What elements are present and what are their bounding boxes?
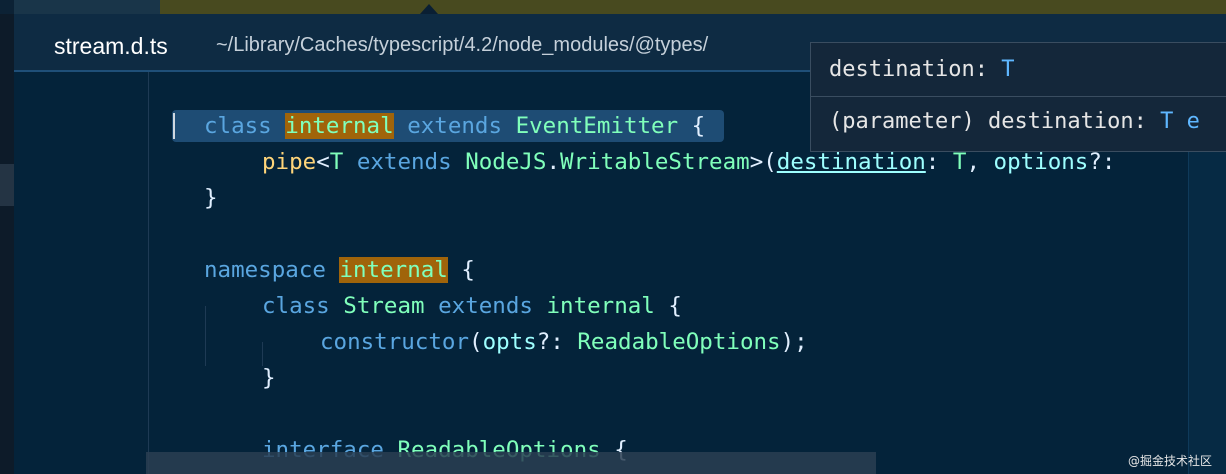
token-comma: , xyxy=(966,149,994,175)
indent-guide xyxy=(148,72,149,474)
token-namespace-keyword: namespace xyxy=(204,257,326,283)
token-extends-keyword: extends xyxy=(343,149,466,175)
token-colon: : xyxy=(925,149,953,175)
hover-divider xyxy=(811,96,1226,97)
token-lt: < xyxy=(316,149,330,175)
token-brace: { xyxy=(447,257,475,283)
token-gt-paren: >( xyxy=(749,149,777,175)
token-stream-type: Stream xyxy=(343,293,425,319)
token-class-keyword: class xyxy=(262,293,330,319)
token-internal-type: internal xyxy=(546,293,655,319)
code-line-11[interactable]: } xyxy=(204,180,218,216)
token-brace: { xyxy=(654,293,682,319)
peek-pointer-icon xyxy=(420,4,438,14)
token-brace: } xyxy=(204,185,218,211)
token-pipe-function: pipe xyxy=(262,149,317,175)
watermark: @掘金技术社区 xyxy=(1128,454,1213,468)
token-destination-param[interactable]: destination xyxy=(777,149,926,175)
token-optional-colon: ?: xyxy=(536,329,578,355)
hover-tooltip: destination: T (parameter) destination: … xyxy=(810,42,1226,152)
token-opts-param: opts xyxy=(482,329,537,355)
token-open-paren: ( xyxy=(469,329,483,355)
hover-detail: (parameter) destination: T e xyxy=(829,109,1200,134)
hover-detail-kind: (parameter) xyxy=(829,109,975,134)
text-cursor xyxy=(173,113,175,139)
hover-signature-name: destination: xyxy=(829,57,1002,82)
token-internal-highlight: internal xyxy=(285,113,394,139)
activity-marker xyxy=(0,164,14,206)
token-optional-colon: ?: xyxy=(1088,149,1116,175)
token-dot: . xyxy=(546,149,561,175)
token-internal-highlight: internal xyxy=(339,257,448,283)
hover-detail-name: destination: xyxy=(974,109,1161,134)
token-close-paren: ); xyxy=(780,329,808,355)
activity-edge xyxy=(0,14,14,474)
token-constructor-keyword: constructor xyxy=(320,329,470,355)
hover-detail-type: T e xyxy=(1160,109,1200,134)
token-readableoptions-type: ReadableOptions xyxy=(577,329,781,355)
tab-strip-segment xyxy=(14,0,160,14)
hover-signature-type: T xyxy=(1001,57,1015,82)
indent-guide xyxy=(205,306,206,366)
token-options-param: options xyxy=(993,149,1089,175)
token-eventemitter-type: EventEmitter xyxy=(515,113,679,139)
token-extends-keyword: extends xyxy=(407,113,503,139)
code-line-9[interactable]: class internal extends EventEmitter { xyxy=(204,108,705,144)
token-brace: { xyxy=(678,113,706,139)
token-writablestream-type: WritableStream xyxy=(560,149,750,175)
token-extends-keyword: extends xyxy=(438,293,533,319)
horizontal-scrollbar[interactable] xyxy=(146,452,876,474)
token-type-param: T xyxy=(329,149,344,175)
code-line-13[interactable]: namespace internal { xyxy=(204,252,475,288)
hover-signature: destination: T xyxy=(829,57,1014,82)
token-nodejs-namespace: NodeJS xyxy=(465,149,547,175)
code-line-14[interactable]: class Stream extends internal { xyxy=(262,288,682,324)
token-type-param: T xyxy=(952,149,967,175)
breadcrumb-strip xyxy=(160,0,1226,14)
top-tab-strip xyxy=(0,0,1226,14)
peek-file-path: ~/Library/Caches/typescript/4.2/node_mod… xyxy=(216,34,709,56)
peek-file-name[interactable]: stream.d.ts xyxy=(54,33,168,60)
token-class-keyword: class xyxy=(204,113,272,139)
code-line-15[interactable]: constructor(opts?: ReadableOptions); xyxy=(320,324,808,360)
token-brace: } xyxy=(262,365,276,391)
code-line-16[interactable]: } xyxy=(262,360,276,396)
